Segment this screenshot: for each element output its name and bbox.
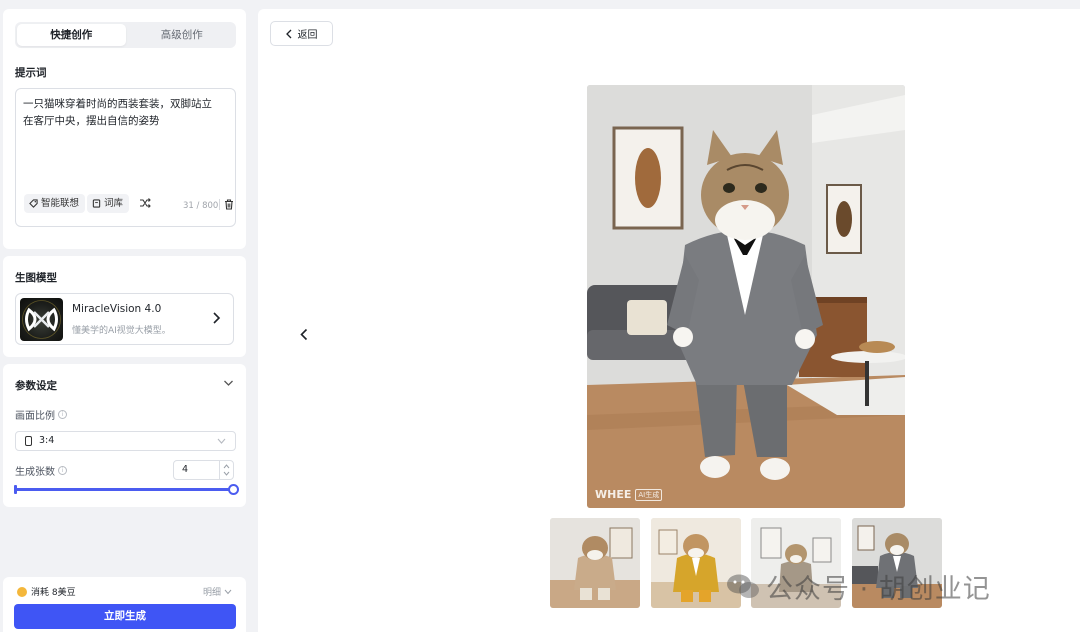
tag-icon	[29, 199, 38, 208]
char-counter: 31 / 800	[183, 201, 219, 211]
stepper-buttons	[219, 461, 233, 479]
model-logo	[20, 298, 63, 341]
watermark: WHEE AI生成	[595, 488, 663, 501]
thumbnail-1[interactable]	[550, 518, 640, 608]
model-label: 生图模型	[15, 272, 57, 284]
params-label: 参数设定	[15, 380, 57, 392]
prompt-card: 快捷创作 高级创作 提示词 一只猫咪穿着时尚的西装套装，双脚站立在客厅中央，摆出…	[3, 9, 246, 249]
count-value[interactable]: 4	[182, 464, 188, 475]
cat-in-suit-image	[587, 85, 905, 508]
count-label-row: 生成张数 i	[15, 463, 67, 478]
generate-card: 消耗 8美豆 明细 立即生成	[3, 577, 246, 632]
result-panel: 返回 WHEE AI生成 公众号 · 胡创业记	[258, 9, 1080, 632]
portrait-ratio-icon	[25, 436, 32, 446]
mode-switch: 快捷创作 高级创作	[15, 22, 236, 48]
decrement-icon[interactable]	[223, 471, 230, 476]
lexicon-label: 词库	[104, 198, 124, 209]
tab-quick-create[interactable]: 快捷创作	[17, 24, 126, 46]
smart-suggest-button[interactable]: 智能联想	[24, 194, 86, 213]
generated-image[interactable]: WHEE AI生成	[587, 85, 905, 508]
tab-advanced-create[interactable]: 高级创作	[128, 22, 237, 48]
increment-icon[interactable]	[223, 464, 230, 469]
cost-info: 消耗 8美豆	[17, 585, 76, 598]
chevron-down-icon	[224, 589, 232, 594]
ratio-label-row: 画面比例 i	[15, 407, 67, 422]
slider-thumb[interactable]	[228, 484, 239, 495]
info-icon[interactable]: i	[58, 410, 67, 419]
prompt-textarea[interactable]: 一只猫咪穿着时尚的西装套装，双脚站立在客厅中央，摆出自信的姿势 智能联想 词库 …	[15, 88, 236, 227]
ratio-select[interactable]: 3:4	[15, 431, 236, 451]
back-button[interactable]: 返回	[270, 21, 333, 46]
generate-button[interactable]: 立即生成	[14, 604, 236, 629]
count-slider[interactable]	[15, 488, 233, 491]
model-description: 懂美学的AI视觉大模型。	[72, 326, 171, 336]
smart-suggest-label: 智能联想	[41, 198, 80, 209]
cost-detail-toggle[interactable]: 明细	[203, 585, 232, 598]
model-selector[interactable]: MiracleVision 4.0 懂美学的AI视觉大模型。	[15, 293, 234, 345]
count-stepper[interactable]: 4	[173, 460, 234, 480]
miraclevision-logo-icon	[22, 300, 61, 339]
wechat-watermark: 公众号 · 胡创业记	[726, 567, 991, 606]
count-label: 生成张数	[15, 467, 55, 478]
book-icon	[92, 199, 101, 208]
wechat-watermark-text: 公众号 · 胡创业记	[766, 574, 991, 605]
model-name: MiracleVision 4.0	[72, 303, 162, 315]
watermark-brand: WHEE	[595, 488, 632, 501]
chevron-down-icon[interactable]	[223, 379, 234, 387]
thumbnail-image	[550, 518, 640, 608]
chevron-left-icon	[285, 29, 291, 38]
trash-icon[interactable]	[224, 199, 234, 210]
info-icon[interactable]: i	[58, 466, 67, 475]
divider	[219, 199, 220, 210]
bean-icon	[17, 586, 27, 597]
params-card: 参数设定 画面比例 i 3:4 生成张数 i 4	[3, 364, 246, 507]
prompt-label: 提示词	[15, 67, 47, 79]
back-label: 返回	[297, 30, 318, 41]
lexicon-button[interactable]: 词库	[87, 194, 130, 213]
chevron-down-icon	[217, 438, 226, 444]
wechat-icon	[727, 574, 759, 598]
detail-label: 明细	[203, 588, 222, 598]
chevron-right-icon	[213, 312, 221, 324]
ratio-value: 3:4	[39, 435, 55, 446]
watermark-tag: AI生成	[635, 488, 663, 501]
shuffle-icon[interactable]	[139, 197, 151, 209]
cost-text: 消耗 8美豆	[31, 588, 76, 598]
prompt-text[interactable]: 一只猫咪穿着时尚的西装套装，双脚站立在客厅中央，摆出自信的姿势	[23, 96, 213, 130]
ratio-label: 画面比例	[15, 411, 55, 422]
prev-image-arrow-icon[interactable]	[300, 328, 308, 341]
model-card: 生图模型 MiracleVision 4.0 懂美学的AI视觉大模型。	[3, 256, 246, 357]
